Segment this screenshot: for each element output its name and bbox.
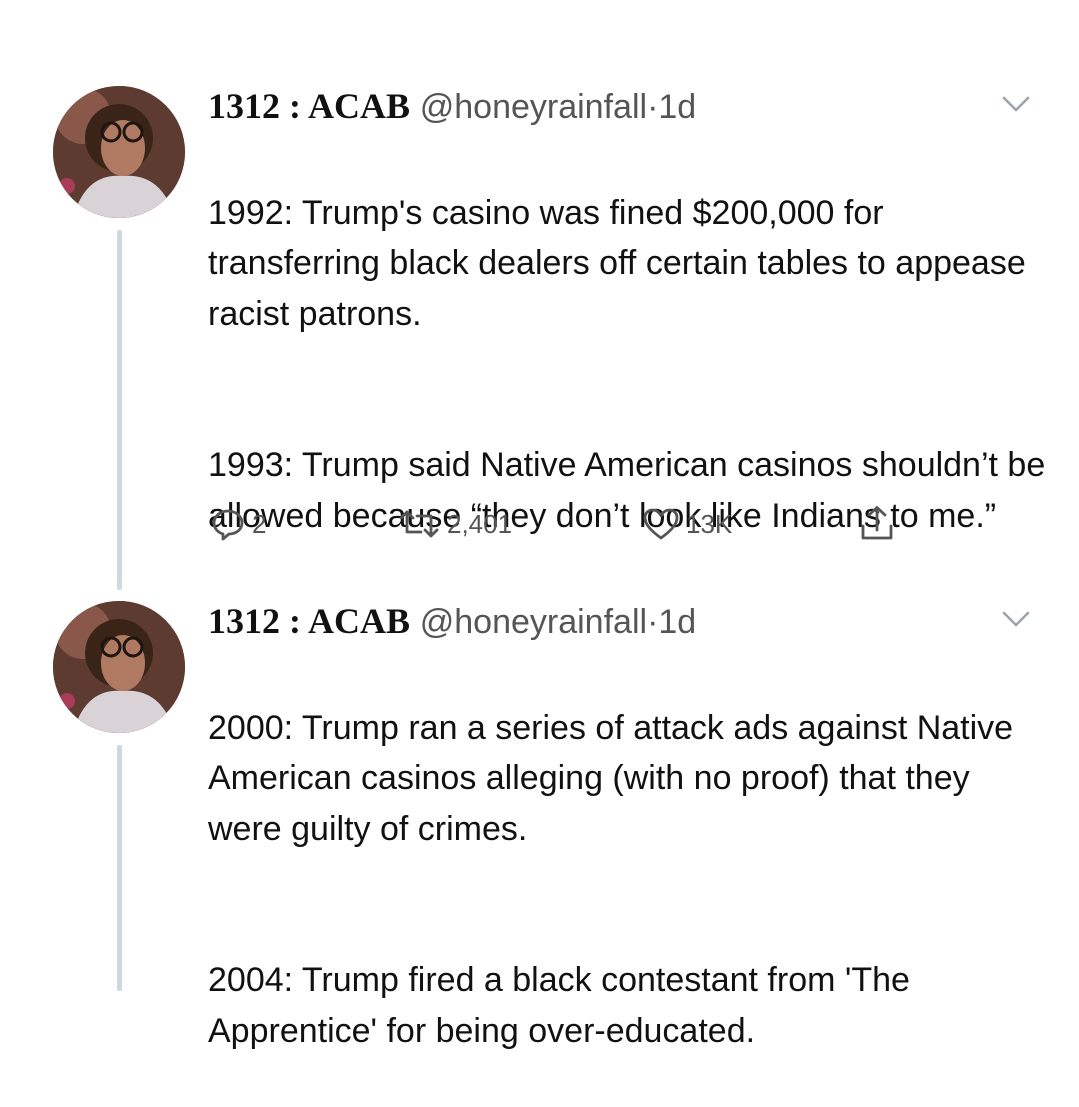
chevron-down-icon[interactable] (1002, 94, 1030, 114)
separator-dot: · (647, 88, 659, 126)
like-button[interactable]: 13K (640, 504, 732, 544)
retweet-count: 2,401 (447, 508, 513, 539)
timestamp[interactable]: 1d (658, 603, 696, 641)
speech-bubble-icon (212, 509, 244, 541)
retweet-arrows-icon (399, 510, 439, 538)
tweet-header: 1312 : ACAB @honeyrainfall·1d (208, 601, 696, 641)
user-handle[interactable]: @honeyrainfall (420, 88, 647, 126)
separator-dot: · (647, 603, 659, 641)
thread-connector-line (117, 745, 122, 991)
share-button[interactable] (856, 504, 898, 544)
chevron-down-icon[interactable] (1002, 609, 1030, 629)
reply-button[interactable]: 2 (208, 504, 266, 544)
share-upload-icon (861, 506, 893, 540)
thread-connector-line (117, 230, 122, 590)
tweet-header: 1312 : ACAB @honeyrainfall·1d (208, 86, 696, 126)
retweet-button[interactable]: 2,401 (395, 504, 512, 544)
tweet-paragraph: 2004: Trump fired a black contestant fro… (208, 961, 910, 1050)
avatar[interactable] (53, 601, 185, 733)
avatar-image (53, 601, 185, 733)
user-handle[interactable]: @honeyrainfall (420, 603, 647, 641)
display-name[interactable]: 1312 : ACAB (208, 601, 410, 641)
like-count: 13K (686, 508, 733, 539)
timestamp[interactable]: 1d (658, 88, 696, 126)
avatar[interactable] (53, 86, 185, 218)
reply-count: 2 (252, 508, 267, 539)
display-name[interactable]: 1312 : ACAB (208, 86, 410, 126)
heart-icon (643, 508, 679, 540)
tweet-actions: 2 2,401 13K (208, 504, 908, 544)
tweet-paragraph: 1992: Trump's casino was fined $200,000 … (208, 193, 1026, 333)
tweet-paragraph: 2000: Trump ran a series of attack ads a… (208, 708, 1014, 848)
avatar-image (53, 86, 185, 218)
tweet-text: 2000: Trump ran a series of attack ads a… (208, 652, 1048, 1107)
